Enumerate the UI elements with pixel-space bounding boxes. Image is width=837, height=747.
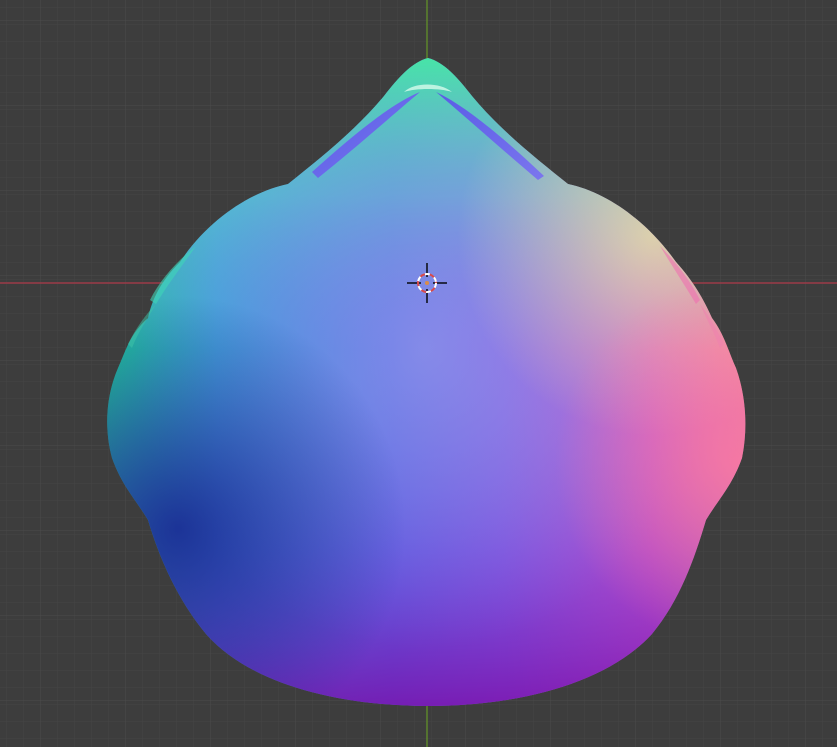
viewport-canvas[interactable] — [0, 0, 837, 747]
3d-viewport[interactable] — [0, 0, 837, 747]
